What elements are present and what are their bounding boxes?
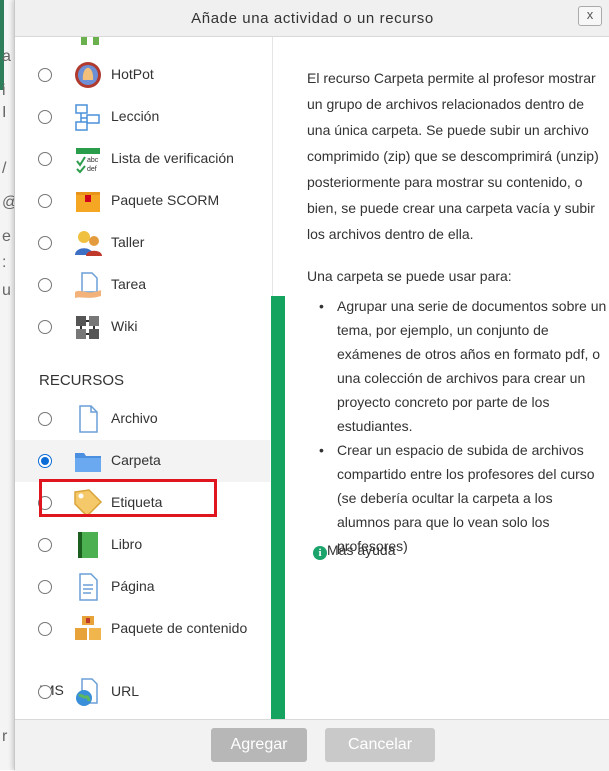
dialog-titlebar: Añade una actividad o un recurso x bbox=[15, 0, 609, 37]
dialog-footer: Agregar Cancelar bbox=[15, 719, 609, 771]
option-label: Paquete de contenido bbox=[111, 620, 248, 636]
add-activity-dialog: Añade una actividad o un recurso x HotPo… bbox=[14, 0, 609, 771]
option-hotpot[interactable]: HotPot bbox=[15, 54, 270, 96]
option-tarea[interactable]: Tarea bbox=[15, 264, 270, 306]
partial-module-icon bbox=[81, 37, 99, 45]
option-leccion[interactable]: Lección bbox=[15, 96, 270, 138]
radio-button[interactable] bbox=[38, 68, 52, 82]
background-text-fragment: r bbox=[2, 728, 8, 745]
scorm-icon bbox=[76, 192, 100, 212]
background-accent-bar bbox=[0, 0, 4, 90]
add-button[interactable]: Agregar bbox=[211, 728, 307, 762]
background-text-fragment: / bbox=[2, 160, 7, 177]
dialog-title: Añade una actividad o un recurso bbox=[191, 10, 434, 27]
option-label: Lección bbox=[111, 108, 160, 124]
option-taller[interactable]: Taller bbox=[15, 222, 270, 264]
option-url[interactable]: URL bbox=[15, 671, 270, 713]
folder-icon bbox=[75, 453, 101, 472]
ims-package-icon bbox=[75, 616, 101, 640]
selection-highlight-box bbox=[39, 479, 217, 517]
background-text-fragment: : bbox=[2, 254, 7, 271]
scroll-indicator-bar[interactable] bbox=[271, 296, 285, 719]
module-description-panel: El recurso Carpeta permite al profesor m… bbox=[293, 37, 609, 719]
description-uses-title: Una carpeta se puede usar para: bbox=[307, 268, 512, 284]
background-text-fragment: i bbox=[2, 82, 6, 99]
hotpot-icon bbox=[75, 62, 101, 88]
option-label: Lista de verificación bbox=[111, 150, 234, 166]
option-label: Taller bbox=[111, 234, 145, 250]
description-bullet-list: • Agrupar una serie de documentos sobre … bbox=[307, 294, 607, 558]
option-label: HotPot bbox=[111, 66, 154, 82]
workshop-icon bbox=[75, 231, 102, 256]
background-text-fragment: e bbox=[2, 228, 11, 245]
option-paquete-scorm[interactable]: Paquete SCORM bbox=[15, 180, 270, 222]
radio-button[interactable] bbox=[38, 110, 52, 124]
option-label: Paquete SCORM bbox=[111, 192, 220, 208]
radio-button[interactable] bbox=[38, 278, 52, 292]
book-icon bbox=[78, 532, 98, 558]
bullet-dot: • bbox=[319, 298, 324, 314]
radio-button[interactable] bbox=[38, 194, 52, 208]
radio-button[interactable] bbox=[38, 320, 52, 334]
option-label: Archivo bbox=[111, 410, 158, 426]
radio-button-checked[interactable] bbox=[38, 454, 52, 468]
option-archivo[interactable]: Archivo bbox=[15, 398, 270, 440]
page-icon bbox=[79, 573, 98, 601]
svg-text:def: def bbox=[87, 166, 97, 173]
more-help-label: Más ayuda bbox=[327, 542, 396, 558]
radio-button[interactable] bbox=[38, 685, 52, 699]
option-label: Página bbox=[111, 578, 155, 594]
module-chooser-list[interactable]: HotPot Lección abc def Lista de verifica… bbox=[15, 37, 270, 719]
info-icon: i bbox=[313, 546, 327, 560]
background-text-fragment: u bbox=[2, 282, 11, 299]
url-icon bbox=[76, 678, 98, 706]
assignment-icon bbox=[75, 272, 101, 298]
bullet-dot: • bbox=[319, 442, 324, 458]
resources-heading: RECURSOS bbox=[39, 372, 125, 389]
option-carpeta[interactable]: Carpeta bbox=[15, 440, 270, 482]
option-label: URL bbox=[111, 683, 140, 699]
radio-button[interactable] bbox=[38, 622, 52, 636]
option-label: Carpeta bbox=[111, 452, 161, 468]
file-icon bbox=[79, 405, 98, 433]
option-label: Libro bbox=[111, 536, 143, 552]
bullet-text: Agrupar una serie de documentos sobre un… bbox=[337, 298, 607, 434]
option-pagina[interactable]: Página bbox=[15, 566, 270, 608]
lesson-icon bbox=[75, 104, 100, 131]
option-label: Tarea bbox=[111, 276, 147, 292]
option-libro[interactable]: Libro bbox=[15, 524, 270, 566]
option-lista-verificacion[interactable]: abc def Lista de verificación bbox=[15, 138, 270, 180]
option-paquete-ims[interactable]: Paquete de contenido bbox=[15, 608, 270, 650]
radio-button[interactable] bbox=[38, 236, 52, 250]
description-intro: El recurso Carpeta permite al profesor m… bbox=[307, 70, 599, 242]
radio-button[interactable] bbox=[38, 152, 52, 166]
checklist-icon: abc def bbox=[76, 148, 100, 174]
svg-text:abc: abc bbox=[87, 157, 99, 164]
option-label: Wiki bbox=[111, 318, 138, 334]
list-item: • Agrupar una serie de documentos sobre … bbox=[307, 294, 607, 438]
radio-button[interactable] bbox=[38, 412, 52, 426]
radio-button[interactable] bbox=[38, 580, 52, 594]
radio-button[interactable] bbox=[38, 538, 52, 552]
option-wiki[interactable]: Wiki bbox=[15, 306, 270, 348]
wiki-icon bbox=[76, 316, 99, 339]
more-help-link[interactable]: i Más ayuda bbox=[313, 537, 395, 563]
close-button[interactable]: x bbox=[578, 6, 602, 26]
background-text-fragment: I bbox=[2, 104, 7, 121]
background-text-fragment: a bbox=[2, 48, 11, 65]
cancel-button[interactable]: Cancelar bbox=[325, 728, 435, 762]
